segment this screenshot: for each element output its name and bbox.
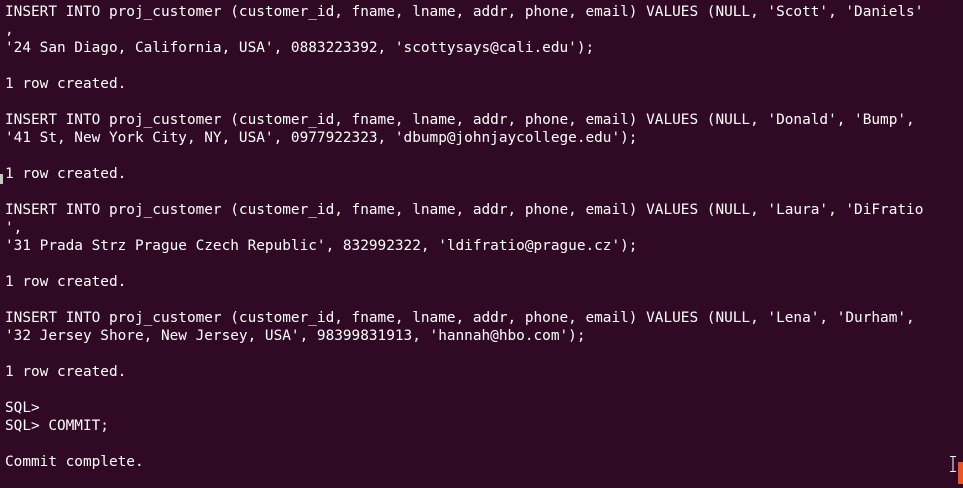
sql-prompt-line: SQL> COMMIT; — [5, 418, 109, 434]
terminal-line: INSERT INTO proj_customer (customer_id, … — [5, 4, 924, 20]
terminal-line: '41 St, New York City, NY, USA', 0977922… — [5, 130, 638, 146]
terminal-line: '24 San Diago, California, USA', 0883223… — [5, 40, 595, 56]
sql-prompt-line: SQL> — [5, 400, 40, 416]
scroll-edge-marker — [0, 174, 3, 184]
text-ibeam-icon — [950, 456, 956, 472]
terminal-cursor — [958, 462, 963, 484]
terminal-line: , — [5, 22, 14, 38]
terminal-line: INSERT INTO proj_customer (customer_id, … — [5, 112, 915, 128]
terminal-line: INSERT INTO proj_customer (customer_id, … — [5, 202, 924, 218]
terminal-line: 1 row created. — [5, 76, 127, 92]
terminal-line: '32 Jersey Shore, New Jersey, USA', 9839… — [5, 328, 586, 344]
terminal-line: 1 row created. — [5, 364, 127, 380]
terminal-line: Commit complete. — [5, 454, 144, 470]
terminal-line: INSERT INTO proj_customer (customer_id, … — [5, 310, 915, 326]
terminal-line: ', — [5, 220, 23, 236]
terminal-line: 1 row created. — [5, 274, 127, 290]
terminal-line: 1 row created. — [5, 166, 127, 182]
terminal-line: '31 Prada Strz Prague Czech Republic', 8… — [5, 238, 638, 254]
terminal-window[interactable]: INSERT INTO proj_customer (customer_id, … — [0, 0, 963, 488]
